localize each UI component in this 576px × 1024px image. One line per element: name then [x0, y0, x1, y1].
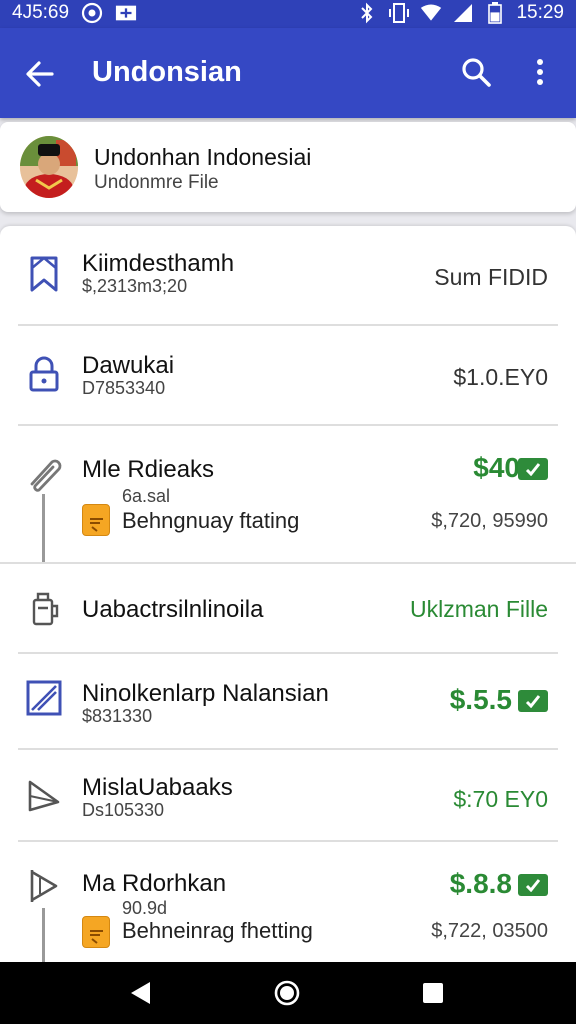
vibrate-icon — [388, 2, 410, 24]
check-icon — [518, 690, 548, 712]
back-arrow-icon[interactable] — [22, 56, 58, 92]
list-item[interactable]: Uabactrsilnlinoila Uklzman Fille — [0, 564, 576, 654]
battery-icon — [484, 2, 506, 24]
row-detail: 90.9d — [122, 898, 168, 918]
nav-recents-icon[interactable] — [418, 978, 448, 1008]
file-amount: $,722, 03500 — [431, 920, 548, 942]
search-icon[interactable] — [458, 54, 494, 90]
profile-name: Undonhan Indonesiai — [94, 144, 312, 170]
status-bar: 4J5:69 15:29 — [0, 0, 576, 28]
list-item[interactable]: MislaUabaaks Ds105330 $:70 EY0 — [0, 750, 576, 842]
file-label: Behngnuay ftating — [122, 508, 300, 533]
list-item[interactable]: Kiimdesthamh $,2313m3;20 Sum FIDID — [0, 226, 576, 326]
row-subtitle: D7853340 — [82, 378, 166, 398]
file-amount: $,720, 95990 — [431, 510, 548, 532]
bin-icon — [24, 588, 64, 628]
tag-icon — [24, 776, 64, 816]
row-right-text: Uklzman Fille — [409, 596, 548, 622]
row-right-text: $:70 EY0 — [453, 786, 548, 812]
bookmark-icon — [24, 254, 64, 294]
app-bar: Undonsian — [0, 28, 576, 118]
bluetooth-icon — [356, 2, 378, 24]
row-title: Ma Rdorhkan — [82, 870, 227, 897]
file-icon — [82, 504, 110, 536]
paperclip-icon — [24, 454, 64, 494]
list-item[interactable]: Dawukai D7853340 $1.0.EY0 — [0, 326, 576, 426]
row-title: Kiimdesthamh — [82, 250, 235, 277]
check-icon — [518, 874, 548, 896]
list-item[interactable]: Ninolkenlarp Nalansian $831330 $.5.5 — [0, 654, 576, 750]
row-right-text: $1.0.EY0 — [453, 364, 548, 390]
list-item[interactable]: Mle Rdieaks $40 6a.sal Behngnuay ftating… — [0, 426, 576, 564]
row-right-text: Sum FIDID — [434, 264, 548, 290]
timeline-line — [42, 908, 45, 966]
image-status-icon — [115, 2, 137, 24]
row-title: Uabactrsilnlinoila — [82, 596, 264, 623]
row-amount: $40 — [473, 452, 520, 483]
row-detail: 6a.sal — [122, 486, 171, 506]
row-title: Mle Rdieaks — [82, 456, 215, 483]
nav-back-icon[interactable] — [126, 978, 156, 1008]
check-icon — [518, 458, 548, 480]
circle-status-icon — [81, 2, 103, 24]
more-vert-icon[interactable] — [526, 54, 554, 90]
row-subtitle: $831330 — [82, 706, 153, 726]
signal-icon — [452, 2, 474, 24]
wifi-icon — [420, 2, 442, 24]
edit-frame-icon — [24, 678, 64, 718]
row-title: MislaUabaaks — [82, 774, 233, 801]
avatar — [20, 136, 78, 198]
lock-icon — [24, 354, 64, 394]
status-time-right: 15:29 — [516, 2, 564, 23]
timeline-line — [42, 494, 45, 564]
row-amount: $.8.8 — [449, 868, 512, 899]
row-title: Ninolkenlarp Nalansian — [82, 680, 329, 707]
file-icon — [82, 916, 110, 948]
status-time-left: 4J5:69 — [12, 2, 70, 23]
transaction-list: Kiimdesthamh $,2313m3;20 Sum FIDID Dawuk… — [0, 226, 576, 966]
profile-subtitle: Undonmre File — [94, 172, 219, 193]
row-title: Dawukai — [82, 352, 175, 379]
page-title: Undonsian — [92, 56, 242, 88]
row-amount: $.5.5 — [449, 684, 512, 715]
profile-card[interactable]: Undonhan Indonesiai Undonmre File — [0, 122, 576, 212]
nav-bar — [0, 962, 576, 1024]
row-subtitle: $,2313m3;20 — [82, 276, 188, 296]
file-label: Behneinrag fhetting — [122, 918, 313, 943]
list-item[interactable]: Ma Rdorhkan $.8.8 90.9d Behneinrag fhett… — [0, 842, 576, 966]
flag-icon — [24, 866, 64, 906]
nav-home-icon[interactable] — [272, 978, 302, 1008]
row-subtitle: Ds105330 — [82, 800, 165, 820]
